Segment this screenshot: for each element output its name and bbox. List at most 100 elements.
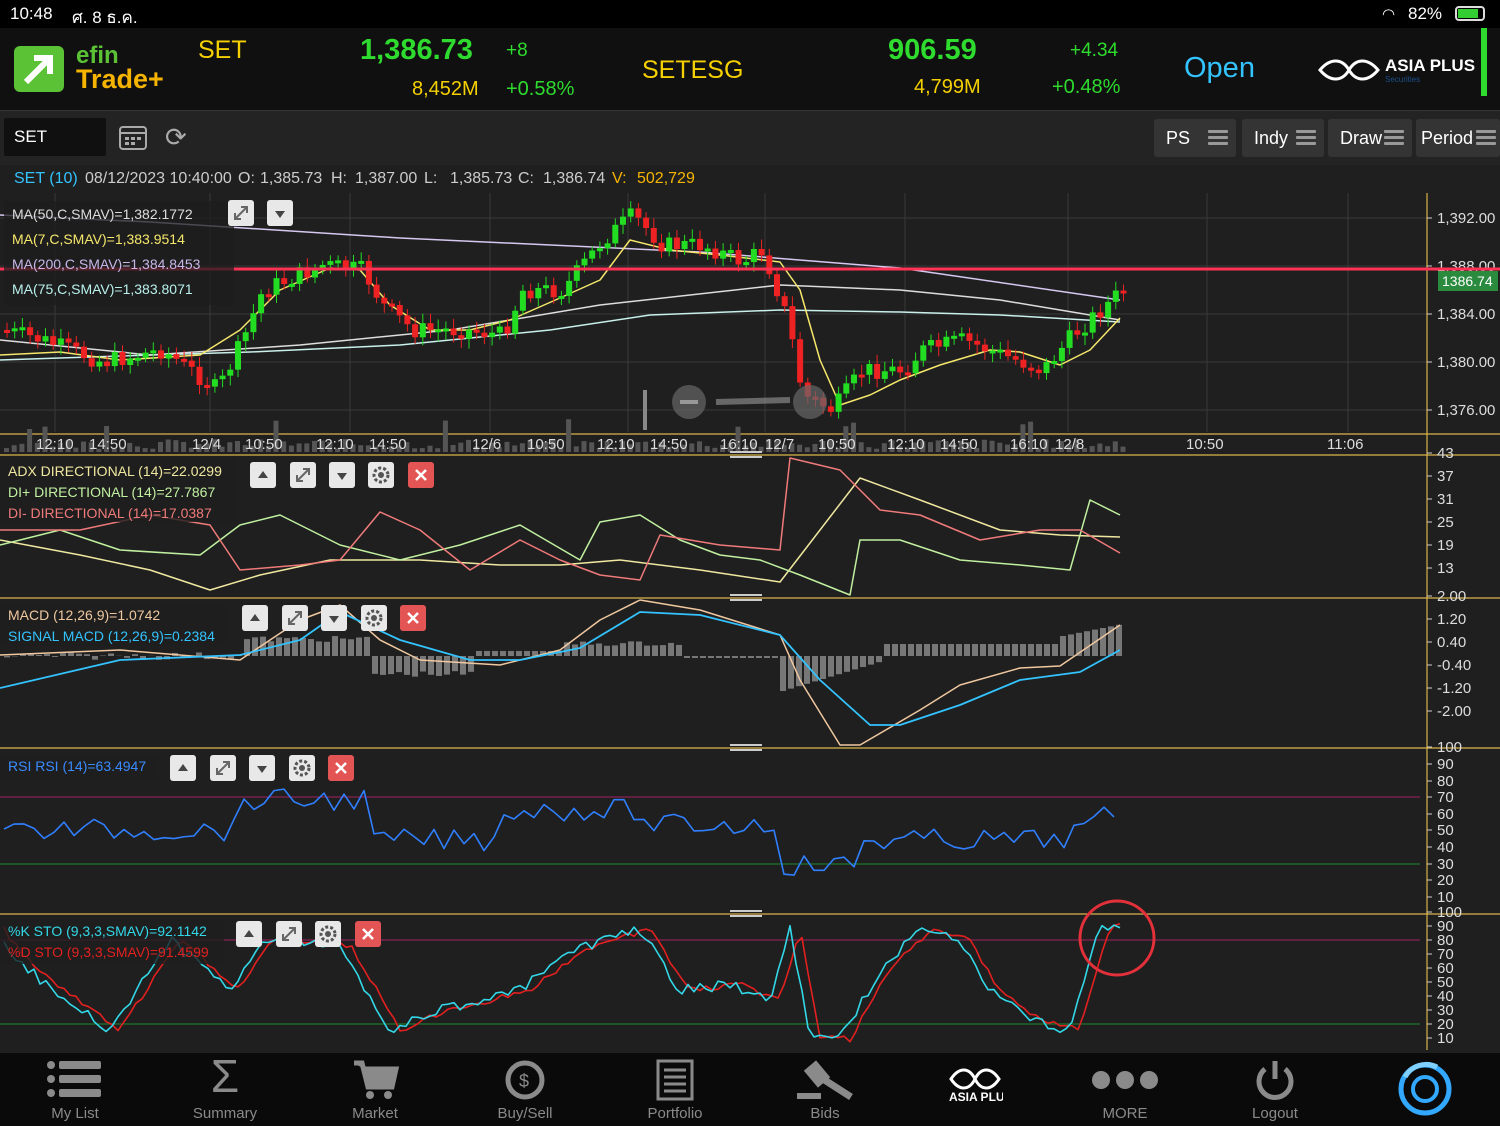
- symbol-input[interactable]: SET: [4, 118, 106, 156]
- volume-bar: [451, 445, 456, 452]
- candle-body: [73, 343, 79, 347]
- adx-tick-label: 13: [1437, 560, 1454, 577]
- tab-buy-sell[interactable]: $ Buy/Sell: [450, 1053, 600, 1126]
- setesg-index-name[interactable]: SETESG: [642, 56, 743, 85]
- volume-bar: [990, 441, 995, 452]
- candle-body: [1082, 333, 1088, 336]
- zoom-slider-track[interactable]: [716, 400, 790, 402]
- sigma-icon: Σ: [211, 1053, 239, 1099]
- close-icon[interactable]: [408, 462, 434, 488]
- expand-icon[interactable]: [282, 605, 308, 631]
- macd-histogram-bar: [836, 656, 842, 674]
- candle-body: [959, 333, 965, 336]
- rsi-tick-label: 40: [1437, 839, 1454, 856]
- refresh-circle-icon: [1397, 1061, 1453, 1122]
- candle-body: [127, 358, 133, 365]
- macd-histogram-bar: [844, 656, 850, 672]
- candle-body: [751, 249, 757, 262]
- macd-histogram-bar: [108, 653, 114, 656]
- candle-body: [1059, 348, 1065, 361]
- close-icon[interactable]: [400, 605, 426, 631]
- sto-tick-label: 10: [1437, 1030, 1454, 1047]
- period-button-label: Period: [1421, 128, 1473, 148]
- tab-summary[interactable]: Σ Summary: [150, 1053, 300, 1126]
- power-icon: [1253, 1059, 1297, 1108]
- info-volume-label: V:: [612, 170, 627, 188]
- macd-histogram-bar: [596, 643, 602, 656]
- gear-icon[interactable]: [315, 921, 341, 947]
- move-down-icon[interactable]: [267, 200, 293, 226]
- refresh-icon[interactable]: ⟳: [165, 123, 195, 151]
- volume-bar: [1113, 441, 1118, 452]
- di-minus-label: DI- DIRECTIONAL (14)=17.0387: [8, 505, 212, 521]
- expand-icon[interactable]: [290, 462, 316, 488]
- tab-my-list[interactable]: My List: [0, 1053, 150, 1126]
- macd-histogram-bar: [892, 644, 898, 656]
- time-axis-label: 10:50: [245, 436, 283, 453]
- tab-label: MORE: [1050, 1105, 1200, 1122]
- gear-icon[interactable]: [289, 755, 315, 781]
- macd-histogram-bar: [1100, 628, 1106, 656]
- gear-icon[interactable]: [361, 605, 387, 631]
- tab-market[interactable]: Market: [300, 1053, 450, 1126]
- macd-histogram-bar: [620, 643, 626, 656]
- volume-bar: [227, 442, 232, 452]
- tab-logout[interactable]: Logout: [1200, 1053, 1350, 1126]
- move-down-icon[interactable]: [249, 755, 275, 781]
- volume-bar: [1105, 446, 1110, 452]
- tab-portfolio[interactable]: Portfolio: [600, 1053, 750, 1126]
- macd-histogram-bar: [740, 656, 746, 658]
- macd-histogram-bar: [988, 644, 994, 656]
- period-button[interactable]: Period: [1416, 119, 1500, 157]
- close-icon[interactable]: [355, 921, 381, 947]
- time-axis-label: 16:10: [720, 436, 758, 453]
- move-up-icon[interactable]: [170, 755, 196, 781]
- candle-body: [612, 225, 618, 244]
- volume-bar: [1090, 446, 1095, 452]
- di-plus-label: DI+ DIRECTIONAL (14)=27.7867: [8, 484, 215, 500]
- macd-histogram-bar: [820, 656, 826, 679]
- set-index-name[interactable]: SET: [198, 36, 247, 65]
- expand-icon[interactable]: [228, 200, 254, 226]
- candle-body: [705, 249, 711, 252]
- ps-button[interactable]: PS: [1154, 119, 1236, 157]
- battery-percent: 82%: [1408, 4, 1442, 24]
- tab-refresh[interactable]: [1350, 1053, 1500, 1126]
- candle-body: [289, 284, 295, 287]
- menu-icon: [1476, 130, 1496, 146]
- macd-histogram-bar: [764, 656, 770, 658]
- tab-asiaplus[interactable]: ASIA PLUS: [900, 1053, 1050, 1126]
- indy-button[interactable]: Indy: [1242, 119, 1324, 157]
- candle-body: [243, 332, 249, 341]
- move-up-icon[interactable]: [242, 605, 268, 631]
- calendar-icon[interactable]: [118, 123, 148, 151]
- expand-icon[interactable]: [210, 755, 236, 781]
- tab-more[interactable]: MORE: [1050, 1053, 1200, 1126]
- expand-icon[interactable]: [276, 921, 302, 947]
- candle-body: [1097, 312, 1103, 317]
- tab-bids[interactable]: Bids: [750, 1053, 900, 1126]
- panel-resize-handles[interactable]: [730, 452, 762, 916]
- zoom-in-handle[interactable]: [793, 385, 827, 419]
- candle-body: [520, 291, 526, 311]
- candle-body: [435, 329, 441, 332]
- candle-body: [558, 296, 564, 299]
- macd-histogram-bar: [1004, 644, 1010, 656]
- time-axis-label: 12/7: [765, 436, 794, 453]
- volume-bar: [689, 443, 694, 452]
- macd-histogram-bar: [388, 656, 394, 674]
- tab-label: My List: [0, 1105, 150, 1122]
- move-up-icon[interactable]: [250, 462, 276, 488]
- move-down-icon[interactable]: [321, 605, 347, 631]
- close-icon[interactable]: [328, 755, 354, 781]
- move-up-icon[interactable]: [236, 921, 262, 947]
- draw-button[interactable]: Draw: [1328, 119, 1412, 157]
- volume-bar: [805, 447, 810, 452]
- highlight-circle-drawing[interactable]: [1080, 901, 1154, 975]
- candle-body: [928, 340, 934, 345]
- gear-icon[interactable]: [368, 462, 394, 488]
- candle-body: [720, 251, 726, 259]
- move-down-icon[interactable]: [329, 462, 355, 488]
- candle-body: [1028, 368, 1034, 371]
- volume-bar: [997, 443, 1002, 452]
